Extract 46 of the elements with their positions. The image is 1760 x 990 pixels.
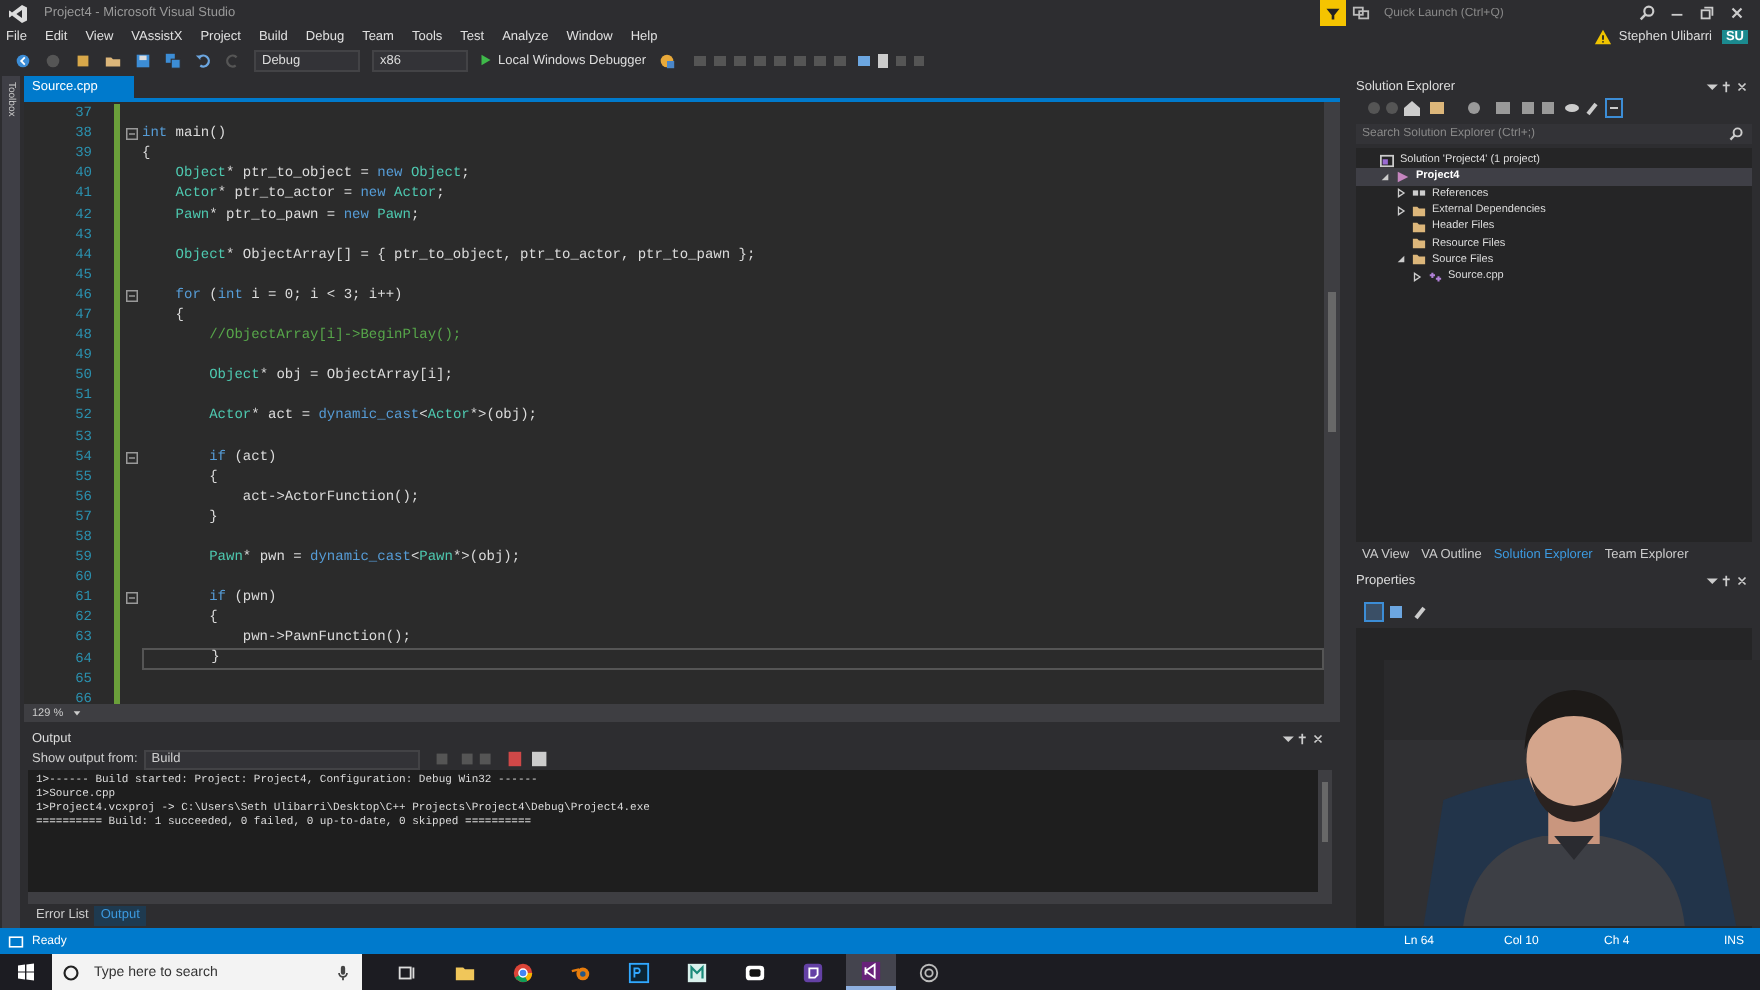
photoshop-icon[interactable]	[628, 961, 650, 983]
visual-studio-logo-icon	[8, 3, 28, 23]
windows-start-icon[interactable]	[16, 962, 36, 982]
app-icon[interactable]	[686, 961, 708, 983]
expanded-arrow-icon[interactable]	[1396, 254, 1406, 265]
panel-controls-icon[interactable]	[1280, 731, 1328, 745]
panel-controls-icon[interactable]	[1704, 573, 1752, 587]
filter-icon[interactable]	[1320, 0, 1346, 26]
cpp-file-icon	[1428, 269, 1442, 284]
collapsed-arrow-icon[interactable]	[1396, 188, 1406, 199]
restore-icon[interactable]	[1698, 4, 1716, 22]
open-folder-icon[interactable]	[104, 51, 122, 69]
panel-controls-icon[interactable]	[1704, 79, 1752, 93]
project-icon	[1396, 169, 1410, 184]
references-icon	[1412, 186, 1426, 201]
status-icon	[8, 933, 24, 949]
collapse-icon[interactable]	[125, 128, 137, 141]
play-icon	[480, 54, 492, 66]
warning-icon[interactable]	[1594, 28, 1613, 46]
collapse-icon[interactable]	[125, 289, 137, 302]
active-taskbar-app[interactable]	[846, 954, 896, 990]
task-view-icon[interactable]	[396, 961, 418, 983]
app-icon[interactable]	[744, 961, 766, 983]
vertical-scrollbar[interactable]	[1324, 102, 1340, 704]
search-icon	[1728, 126, 1744, 142]
collapse-icon[interactable]	[125, 451, 137, 464]
dropdown-arrow-icon[interactable]	[71, 708, 82, 718]
visual-studio-icon	[860, 959, 882, 981]
collapsed-arrow-icon[interactable]	[1412, 271, 1422, 282]
undo-icon[interactable]	[194, 51, 212, 69]
close-icon[interactable]	[1728, 4, 1746, 22]
collapsed-arrow-icon[interactable]	[1396, 205, 1406, 216]
solution-icon	[1380, 153, 1394, 168]
save-icon[interactable]	[134, 51, 152, 69]
search-icon[interactable]	[1638, 4, 1656, 22]
microphone-icon	[334, 963, 352, 981]
chrome-icon[interactable]	[512, 961, 534, 983]
vertical-scrollbar[interactable]	[1318, 770, 1332, 892]
redo-icon	[224, 51, 242, 69]
expanded-arrow-icon[interactable]	[1380, 171, 1390, 182]
search-circle-icon	[62, 963, 80, 981]
collapse-icon[interactable]	[125, 592, 137, 605]
horizontal-scrollbar[interactable]	[28, 892, 1332, 904]
app-icon[interactable]	[918, 961, 940, 983]
back-icon[interactable]	[14, 51, 32, 69]
save-all-icon[interactable]	[164, 51, 182, 69]
